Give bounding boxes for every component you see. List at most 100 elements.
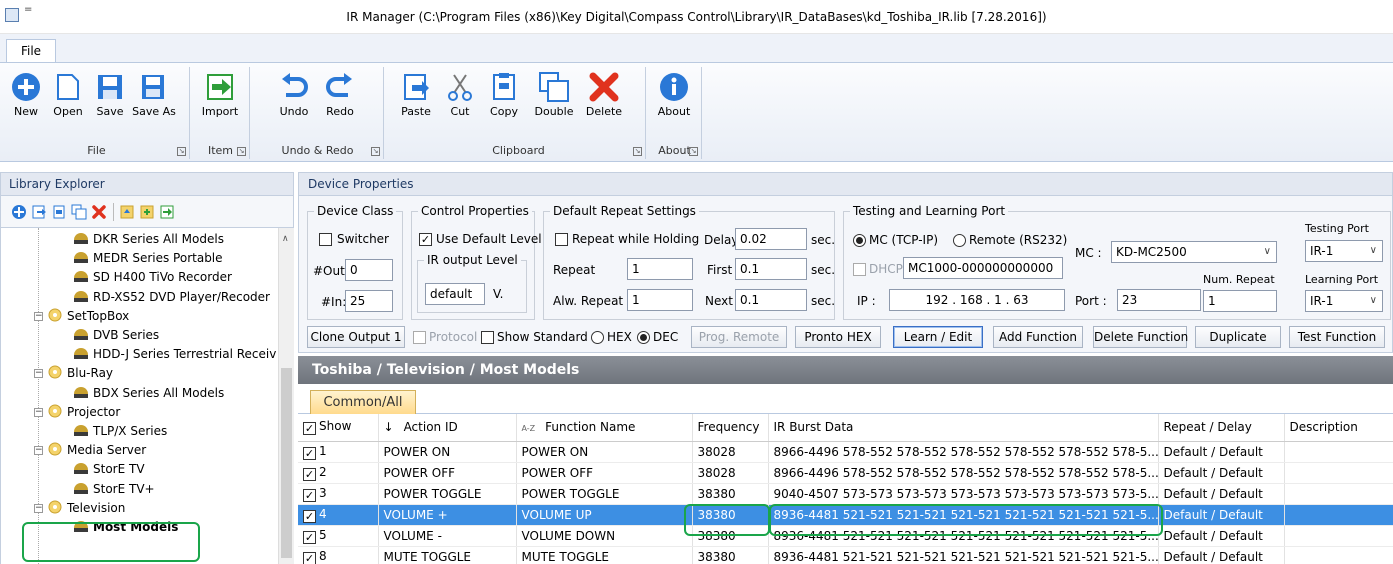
tree-item[interactable]: DVB Series [73, 326, 159, 345]
dhcp-checkbox[interactable] [853, 263, 866, 276]
out-input[interactable]: 0 [345, 259, 393, 281]
table-row[interactable]: ✓ 8 MUTE TOGGLE MUTE TOGGLE 38380 8936-4481 5… [298, 546, 1393, 564]
hex-radio[interactable] [591, 331, 604, 344]
redo-button[interactable]: Redo [320, 71, 360, 118]
switcher-checkbox[interactable] [319, 233, 332, 246]
remote-rs232-radio[interactable] [953, 234, 966, 247]
copy-icon[interactable] [51, 204, 67, 220]
dialog-launcher-icon[interactable]: ↘ [689, 147, 698, 156]
undo-button[interactable]: Undo [274, 71, 314, 118]
scroll-up-icon[interactable]: ∧ [282, 234, 289, 244]
add-function-button[interactable]: Add Function [993, 326, 1083, 348]
library-tree[interactable]: DKR Series All Models MEDR Series Portabl… [0, 228, 294, 564]
row-show-checkbox[interactable]: ✓ [303, 446, 316, 460]
ip-input[interactable]: 192 . 168 . 1 . 63 [889, 289, 1065, 311]
row-show-checkbox[interactable]: ✓ [303, 530, 316, 544]
add-item-icon[interactable] [11, 204, 27, 220]
tree-item[interactable]: StorE TV+ [73, 480, 155, 499]
duplicate-button[interactable]: Duplicate [1195, 326, 1281, 348]
num-repeat-input[interactable]: 1 [1203, 290, 1277, 312]
dialog-launcher-icon[interactable]: ↘ [371, 147, 380, 156]
row-show-checkbox[interactable]: ✓ [303, 551, 316, 564]
pronto-hex-button[interactable]: Pronto HEX [795, 326, 881, 348]
import-button[interactable]: Import [200, 71, 240, 118]
delete-function-button[interactable]: Delete Function [1093, 326, 1188, 348]
mc-tcp-radio[interactable] [853, 234, 866, 247]
delay-input[interactable]: 0.02 [735, 228, 807, 250]
tree-category[interactable]: Projector [47, 403, 120, 422]
import-arrow-icon[interactable] [159, 204, 175, 220]
open-button[interactable]: Open [48, 71, 88, 118]
ir-level-input[interactable]: default [425, 283, 485, 305]
dialog-launcher-icon[interactable]: ↘ [633, 147, 642, 156]
tree-collapse-icon[interactable]: − [34, 503, 43, 513]
file-tab[interactable]: File [6, 39, 56, 62]
dialog-launcher-icon[interactable]: ↘ [177, 147, 186, 156]
clone-output-button[interactable]: Clone Output 1 [307, 326, 405, 348]
export-icon[interactable] [119, 204, 135, 220]
mc-model-select[interactable]: KD-MC2500 ∨ [1111, 241, 1277, 263]
table-row[interactable]: ✓ 3 POWER TOGGLE POWER TOGGLE 38380 9040-4507… [298, 483, 1393, 505]
column-header-description[interactable]: Description [1284, 414, 1393, 442]
function-grid[interactable]: ✓ Show ↓ Action ID A-Z Function Name Freque… [298, 414, 1393, 564]
scroll-thumb[interactable] [281, 368, 292, 558]
tree-collapse-icon[interactable]: − [34, 369, 43, 379]
learn-edit-button[interactable]: Learn / Edit [893, 326, 983, 348]
repeat-while-holding-checkbox[interactable] [555, 233, 568, 246]
dhcp-hostname-input[interactable]: MC1000-000000000000 [903, 257, 1063, 279]
save-button[interactable]: Save [90, 71, 130, 118]
about-button[interactable]: About [654, 71, 694, 118]
double-button[interactable]: Double [530, 71, 578, 118]
tree-item[interactable]: BDX Series All Models [73, 384, 224, 403]
tree-item[interactable]: TLP/X Series [73, 422, 167, 441]
port-input[interactable]: 23 [1117, 289, 1201, 311]
show-standard-checkbox[interactable] [481, 331, 494, 344]
tree-scrollbar[interactable]: ∧ [278, 228, 294, 564]
table-row[interactable]: ✓ 2 POWER OFF POWER OFF 38028 8966-4496 578-5… [298, 462, 1393, 484]
tree-category[interactable]: SetTopBox [47, 307, 129, 326]
copy-button[interactable]: Copy [484, 71, 524, 118]
tree-item[interactable]: DKR Series All Models [73, 230, 224, 249]
testing-port-select[interactable]: IR-1 ∨ [1305, 240, 1383, 262]
row-show-checkbox[interactable]: ✓ [303, 488, 316, 502]
column-header-frequency[interactable]: Frequency [692, 414, 769, 442]
table-row[interactable]: ✓ 1 POWER ON POWER ON 38028 8966-4496 578-552… [298, 441, 1393, 463]
next-input[interactable]: 0.1 [735, 289, 807, 311]
first-input[interactable]: 0.1 [735, 258, 807, 280]
tree-item[interactable]: StorE TV [73, 460, 145, 479]
refresh-icon[interactable] [139, 204, 155, 220]
tree-collapse-icon[interactable]: − [34, 311, 43, 321]
double-window-icon[interactable] [71, 204, 87, 220]
prog-remote-button[interactable]: Prog. Remote [691, 326, 787, 348]
test-function-button[interactable]: Test Function [1289, 326, 1385, 348]
save-as-button[interactable]: Save As [132, 71, 176, 118]
delete-button[interactable]: Delete [582, 71, 626, 118]
tree-item[interactable]: SD H400 TiVo Recorder [73, 268, 232, 287]
column-header-action-id[interactable]: ↓ Action ID [378, 414, 517, 442]
learning-port-select[interactable]: IR-1 ∨ [1305, 290, 1383, 312]
row-show-checkbox[interactable]: ✓ [303, 467, 316, 481]
paste-icon[interactable] [31, 204, 47, 220]
tree-collapse-icon[interactable]: − [34, 407, 43, 417]
tree-item[interactable]: HDD-J Series Terrestrial Receiv [73, 345, 276, 364]
show-all-checkbox[interactable]: ✓ [303, 422, 316, 436]
use-default-level-checkbox[interactable]: ✓ [419, 233, 432, 246]
tree-collapse-icon[interactable]: − [34, 446, 43, 456]
protocol-checkbox[interactable] [413, 331, 426, 344]
tree-category[interactable]: Media Server [47, 441, 146, 460]
tree-category[interactable]: Television [47, 499, 125, 518]
red-x-icon[interactable] [91, 204, 107, 220]
tab-common-all[interactable]: Common/All [310, 390, 416, 415]
dec-radio[interactable] [637, 331, 650, 344]
paste-button[interactable]: Paste [396, 71, 436, 118]
column-header-show[interactable]: ✓ Show [298, 414, 379, 442]
column-header-ir-burst[interactable]: IR Burst Data [768, 414, 1159, 442]
column-header-function-name[interactable]: A-Z Function Name [516, 414, 693, 442]
repeat-input[interactable]: 1 [627, 258, 693, 280]
cut-button[interactable]: Cut [440, 71, 480, 118]
tree-category[interactable]: Blu-Ray [47, 364, 113, 383]
row-show-checkbox[interactable]: ✓ [303, 509, 316, 523]
alw-repeat-input[interactable]: 1 [627, 289, 693, 311]
in-input[interactable]: 25 [345, 290, 393, 312]
tree-item[interactable]: RD-XS52 DVD Player/Recoder [73, 288, 270, 307]
